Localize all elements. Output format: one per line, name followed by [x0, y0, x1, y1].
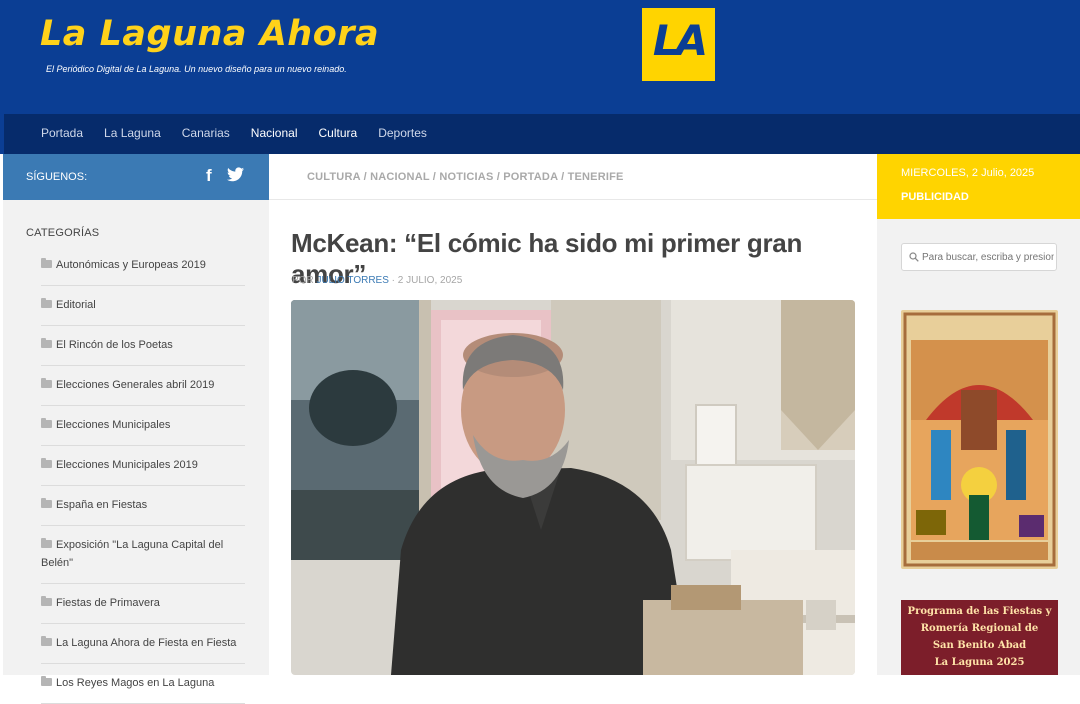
breadcrumb: CULTURA / NACIONAL / NOTICIAS / PORTADA … — [269, 154, 877, 200]
site-title[interactable]: La Laguna Ahora — [40, 14, 379, 54]
date-bar: MIERCOLES, 2 Julio, 2025 PUBLICIDAD — [877, 154, 1080, 219]
search-input[interactable] — [922, 248, 1054, 266]
main-content: CULTURA / NACIONAL / NOTICIAS / PORTADA … — [269, 154, 877, 675]
right-sidebar: MIERCOLES, 2 Julio, 2025 PUBLICIDAD Prog… — [877, 154, 1080, 675]
folder-icon — [41, 676, 52, 686]
site-header: La Laguna Ahora El Periódico Digital de … — [0, 0, 1080, 114]
facebook-icon[interactable]: f — [206, 166, 212, 186]
nav-item-cultura[interactable]: Cultura — [319, 126, 358, 140]
list-item[interactable]: Editorial — [41, 286, 245, 326]
list-item[interactable]: Los Reyes Magos en La Laguna — [41, 664, 245, 704]
article-hero-image — [291, 300, 855, 675]
list-item[interactable]: Fiestas de Primavera — [41, 584, 245, 624]
list-item[interactable]: La Laguna Ahora de Fiesta en Fiesta — [41, 624, 245, 664]
poster-caption-line: San Benito Abad — [932, 640, 1027, 651]
nav-item-la-laguna[interactable]: La Laguna — [104, 126, 161, 140]
list-item[interactable]: El Rincón de los Poetas — [41, 326, 245, 366]
categories-heading: CATEGORÍAS — [26, 227, 100, 239]
breadcrumb-text[interactable]: CULTURA / NACIONAL / NOTICIAS / PORTADA … — [307, 171, 624, 183]
folder-icon — [41, 378, 52, 388]
ad-label: PUBLICIDAD — [901, 191, 969, 203]
folder-icon — [41, 458, 52, 468]
search-box[interactable] — [901, 243, 1057, 271]
byline: POR JULIO TORRES · 2 JULIO, 2025 — [292, 275, 462, 286]
follow-label: SÍGUENOS: — [26, 171, 88, 183]
current-date: MIERCOLES, 2 Julio, 2025 — [901, 167, 1035, 179]
poster-caption-line: Programa de las Fiestas y — [907, 606, 1052, 617]
author-link[interactable]: JULIO TORRES — [316, 275, 388, 286]
list-item[interactable]: Elecciones Generales abril 2019 — [41, 366, 245, 406]
folder-icon — [41, 258, 52, 268]
search-icon — [909, 252, 919, 262]
poster-caption-line: Romería Regional de — [920, 623, 1039, 634]
folder-icon — [41, 636, 52, 646]
post-date: · 2 JULIO, 2025 — [391, 275, 463, 286]
list-item[interactable]: Exposición "La Laguna Capital del Belén" — [41, 526, 245, 584]
nav-edge — [0, 114, 4, 154]
list-item[interactable]: Elecciones Municipales — [41, 406, 245, 446]
folder-icon — [41, 498, 52, 508]
nav-item-portada[interactable]: Portada — [41, 126, 83, 140]
site-logo[interactable]: LA — [642, 8, 715, 81]
nav-item-canarias[interactable]: Canarias — [182, 126, 230, 140]
category-list: Autonómicas y Europeas 2019 Editorial El… — [41, 246, 245, 704]
list-item[interactable]: España en Fiestas — [41, 486, 245, 526]
nav-item-deportes[interactable]: Deportes — [378, 126, 427, 140]
poster-caption-line: La Laguna 2025 — [934, 657, 1025, 668]
poster-caption[interactable]: Programa de las Fiestas y Romería Region… — [901, 600, 1058, 675]
folder-icon — [41, 298, 52, 308]
site-tagline: El Periódico Digital de La Laguna. Un nu… — [46, 64, 347, 74]
main-nav: Portada La Laguna Canarias Nacional Cult… — [0, 114, 1080, 154]
left-sidebar: SÍGUENOS: f CATEGORÍAS Autonómicas y Eur… — [3, 154, 269, 704]
folder-icon — [41, 538, 52, 548]
folder-icon — [41, 338, 52, 348]
fiestas-poster-image[interactable] — [901, 310, 1058, 569]
folder-icon — [41, 596, 52, 606]
follow-bar: SÍGUENOS: f — [3, 154, 269, 200]
list-item[interactable]: Elecciones Municipales 2019 — [41, 446, 245, 486]
list-item[interactable]: Autonómicas y Europeas 2019 — [41, 246, 245, 286]
folder-icon — [41, 418, 52, 428]
twitter-icon[interactable] — [227, 167, 244, 182]
logo-text: LA — [652, 16, 708, 65]
byline-by: POR — [292, 275, 314, 286]
nav-item-nacional[interactable]: Nacional — [251, 126, 298, 140]
